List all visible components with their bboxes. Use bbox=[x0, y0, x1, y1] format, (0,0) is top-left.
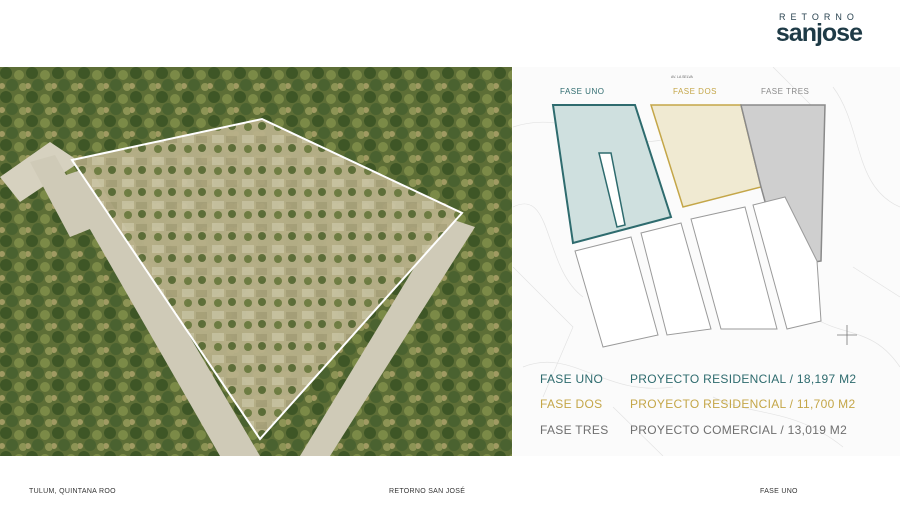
site-plan-map: FASE UNO FASE DOS FASE TRES AV. LA SELVA… bbox=[513, 67, 900, 456]
brand-name-text: sanjose bbox=[775, 19, 863, 47]
footer-location: TULUM, QUINTANA ROO bbox=[29, 488, 116, 495]
legend-name: FASE DOS bbox=[540, 397, 603, 411]
footer-project-name: RETORNO SAN JOSÉ bbox=[389, 488, 466, 495]
street-av-la-selva: AV. LA SELVA bbox=[671, 75, 693, 79]
footer-phase: FASE UNO bbox=[760, 488, 798, 495]
legend-desc: PROYECTO RESIDENCIAL / 18,197 M2 bbox=[630, 372, 857, 386]
legend-desc: PROYECTO RESIDENCIAL / 11,700 M2 bbox=[630, 397, 856, 411]
legend-name: FASE TRES bbox=[540, 423, 609, 437]
aerial-render-image bbox=[0, 67, 512, 456]
brand-logo: RETORNO sanjose bbox=[775, 12, 863, 48]
legend-name: FASE UNO bbox=[540, 372, 604, 386]
plan-label-fase-tres: FASE TRES bbox=[761, 87, 810, 96]
plan-label-fase-dos: FASE DOS bbox=[673, 87, 718, 96]
plan-label-fase-uno: FASE UNO bbox=[560, 87, 605, 96]
legend-desc: PROYECTO COMERCIAL / 13,019 M2 bbox=[630, 423, 848, 437]
